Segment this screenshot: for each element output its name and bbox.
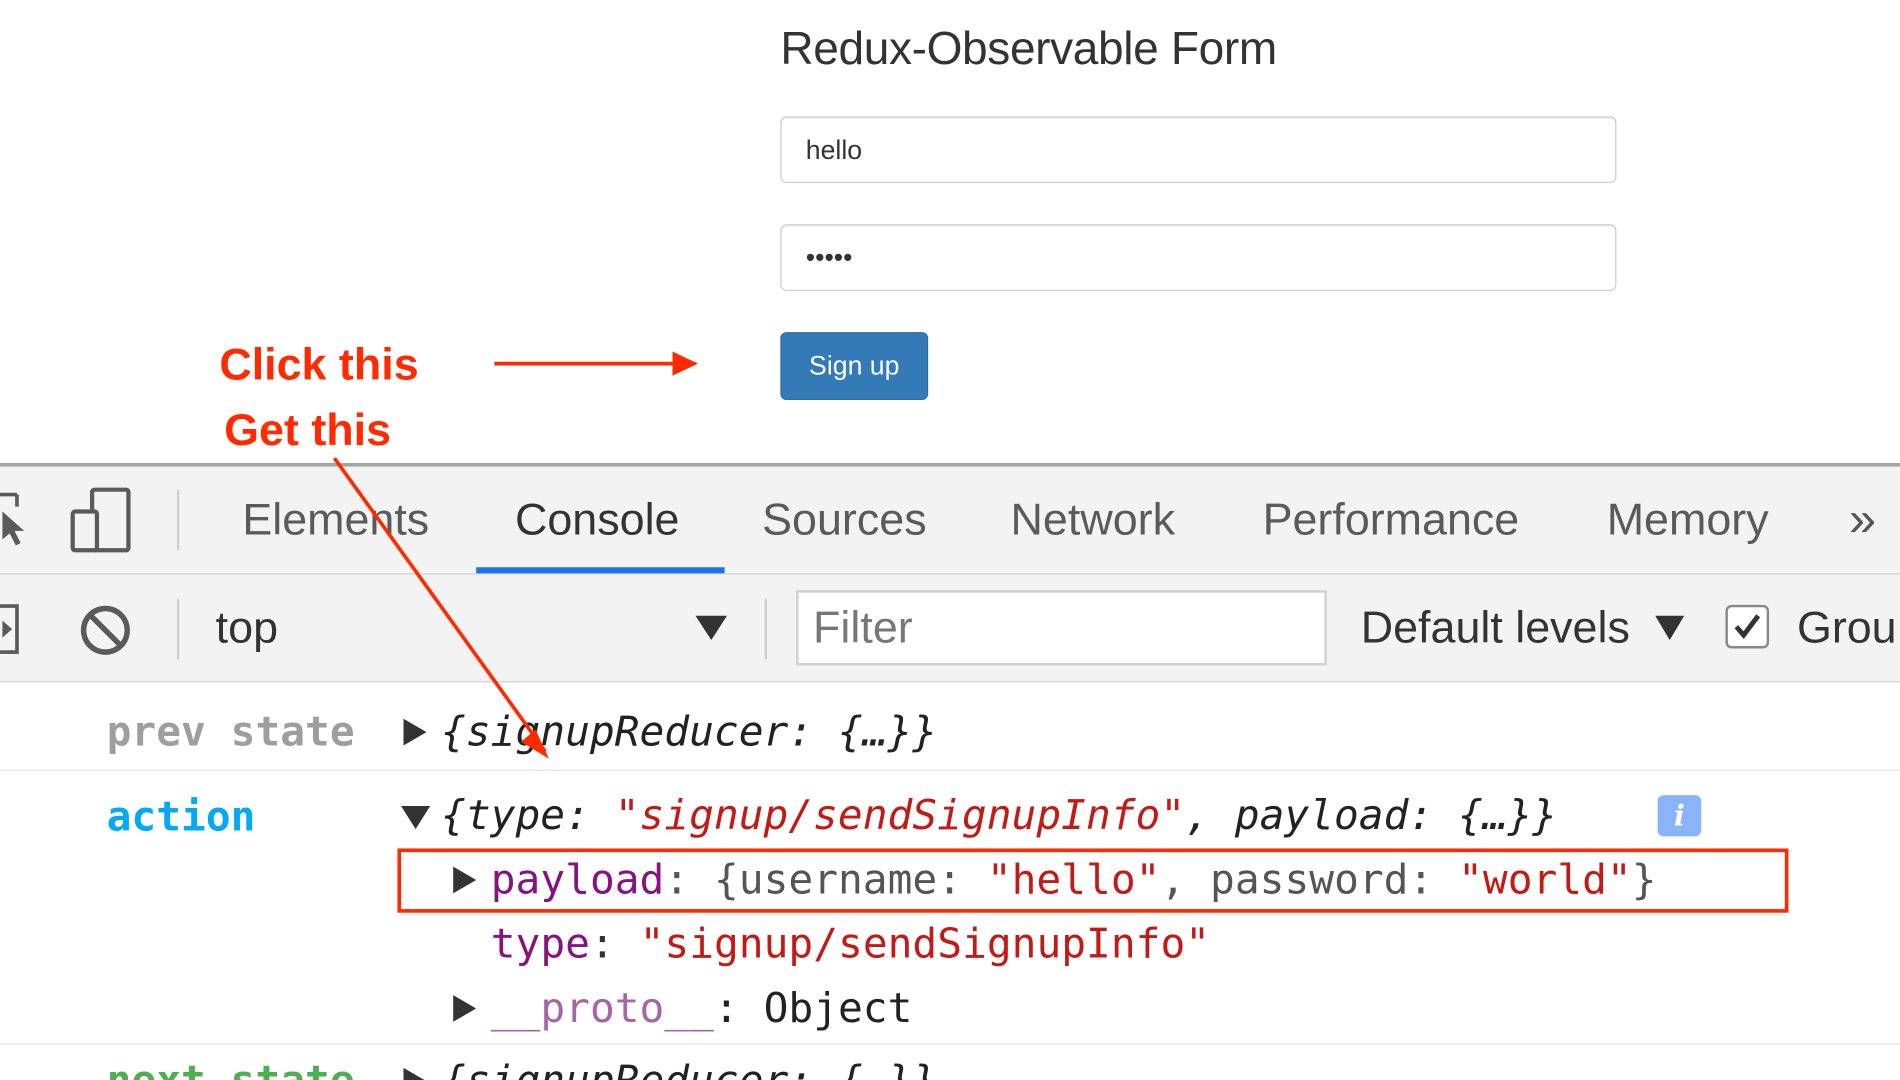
device-toolbar-icon[interactable] (68, 487, 136, 555)
toolbar-separator-2 (764, 598, 768, 660)
group-similar-label: Grou (1796, 602, 1897, 653)
group-checkbox[interactable] (1725, 604, 1770, 649)
log-label-action: action (106, 792, 256, 842)
more-tabs-icon[interactable]: » (1849, 467, 1876, 574)
tab-performance[interactable]: Performance (1263, 467, 1520, 574)
tab-elements[interactable]: Elements (242, 467, 429, 574)
checkmark-icon (1734, 614, 1761, 640)
prev-state-value[interactable]: {signupReducer: {…}} (441, 708, 937, 756)
clear-console-icon[interactable] (78, 602, 134, 658)
levels-dropdown-icon[interactable] (1653, 613, 1687, 642)
sidebar-toggle-icon[interactable] (0, 601, 24, 657)
tab-console[interactable]: Console (515, 467, 680, 574)
type-row: type: "signup/sendSignupInfo" (490, 919, 1211, 969)
row-divider-2 (0, 1043, 1900, 1045)
tab-memory[interactable]: Memory (1607, 467, 1769, 574)
form-title: Redux-Observable Form (780, 24, 1277, 76)
info-icon[interactable]: i (1657, 795, 1702, 837)
expand-triangle-icon[interactable] (400, 716, 429, 748)
toolbar-separator (176, 598, 180, 660)
annotation-click-this: Click this (219, 339, 419, 390)
context-dropdown-icon[interactable] (693, 613, 729, 642)
username-input[interactable] (780, 116, 1617, 184)
proto-row[interactable]: __proto__: Object (491, 984, 913, 1032)
log-label-next-state: next state (107, 1057, 355, 1080)
next-state-value[interactable]: {signupReducer: {…}} (441, 1057, 937, 1080)
password-input[interactable] (780, 224, 1617, 291)
tab-network[interactable]: Network (1011, 467, 1175, 574)
log-levels-select[interactable]: Default levels (1361, 575, 1630, 682)
tab-separator (176, 489, 180, 551)
context-select[interactable]: top (216, 575, 278, 682)
expand-proto-icon[interactable] (450, 993, 479, 1025)
row-divider (0, 769, 1900, 771)
annotation-get-this: Get this (224, 404, 392, 455)
collapse-triangle-icon[interactable] (399, 802, 433, 831)
tab-sources[interactable]: Sources (762, 467, 926, 574)
action-object-summary[interactable]: {type: "signup/sendSignupInfo", payload:… (441, 792, 1557, 840)
screenshot-stage: Redux-Observable Form Sign up Click this… (0, 0, 1900, 1080)
signup-button[interactable]: Sign up (780, 332, 929, 400)
inspect-element-icon[interactable] (0, 482, 36, 555)
expand-next-state-icon[interactable] (400, 1065, 429, 1080)
active-tab-indicator (476, 567, 725, 574)
log-label-prev-state: prev state (106, 707, 355, 757)
filter-input[interactable] (796, 590, 1327, 666)
highlight-box (397, 848, 1789, 913)
